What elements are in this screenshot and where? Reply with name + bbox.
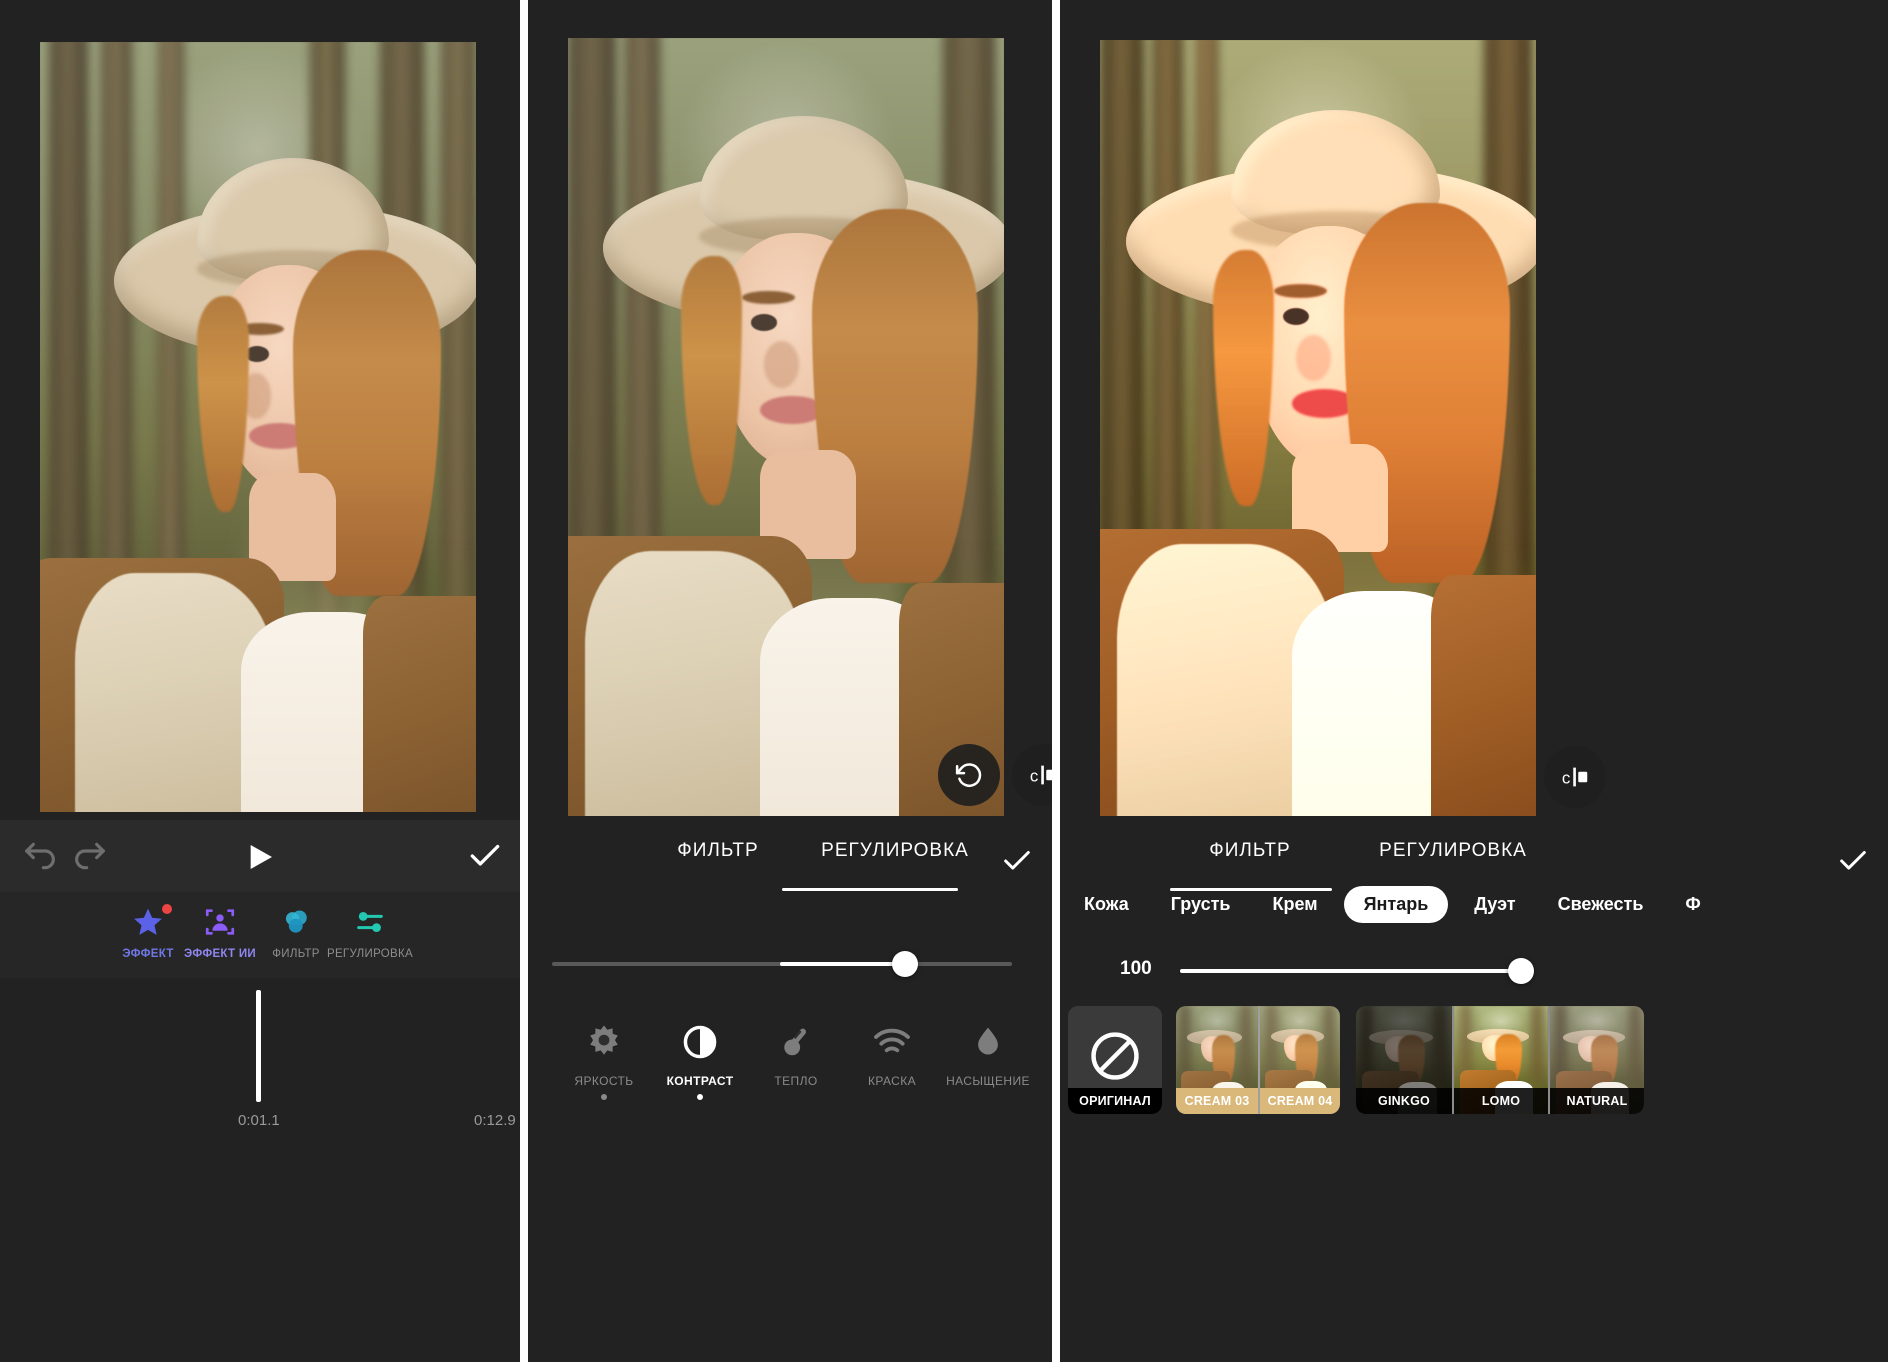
reset-button[interactable] [938, 744, 1000, 806]
active-tab-underline-2 [782, 888, 958, 891]
slider-knob-2[interactable] [892, 951, 918, 977]
tint-waves-icon [844, 1016, 940, 1068]
preview-image-2 [568, 38, 1004, 816]
compare-button[interactable]: c [1012, 744, 1052, 806]
tab-filter-3[interactable]: ФИЛЬТР [1160, 840, 1340, 862]
filter-thumb-original[interactable]: ОРИГИНАЛ [1068, 1006, 1162, 1114]
filter-thumb-group-cream[interactable]: CREAM 03 CREAM 04 [1176, 1006, 1340, 1114]
category-chip[interactable]: Грусть [1155, 886, 1247, 923]
category-chip[interactable]: Ф [1669, 886, 1716, 923]
brightness-icon [556, 1016, 652, 1068]
rotate-ccw-icon [955, 763, 982, 788]
preview-image-3 [1100, 40, 1536, 816]
filter-thumb[interactable]: NATURAL [1548, 1006, 1644, 1114]
adjust-saturation[interactable]: НАСЫЩЕНИЕ [940, 1016, 1036, 1088]
adjust-indicator-dot [697, 1094, 703, 1100]
adjust-warmth[interactable]: ТЕПЛО [748, 1016, 844, 1088]
filter-thumb[interactable]: GINKGO [1356, 1006, 1452, 1114]
svg-text:c: c [1030, 766, 1038, 785]
filter-thumb-label: CREAM 04 [1260, 1088, 1340, 1114]
split-compare-icon: c [1562, 767, 1588, 787]
filter-thumb-label: ОРИГИНАЛ [1068, 1088, 1162, 1114]
svg-text:c: c [1562, 768, 1570, 787]
split-compare-icon: c [1030, 765, 1052, 785]
category-chip-active[interactable]: Янтарь [1343, 886, 1449, 923]
tool-adjust[interactable]: РЕГУЛИРОВКА [322, 900, 418, 960]
new-badge [162, 904, 172, 914]
action-bar-1 [0, 820, 520, 892]
thermometer-icon [748, 1016, 844, 1068]
filter-thumb-label: CREAM 03 [1176, 1088, 1258, 1114]
filter-thumb-label: NATURAL [1550, 1088, 1644, 1114]
panel-adjustments: c ФИЛЬТР РЕГУЛИРОВКА ЯРКОСТЬ КОНТРАСТ ТЕ… [528, 0, 1052, 1362]
tab-adjust-3[interactable]: РЕГУЛИРОВКА [1344, 840, 1562, 862]
tab-bar-2: ФИЛЬТР РЕГУЛИРОВКА [528, 816, 1052, 908]
current-time: 0:01.1 [238, 1112, 280, 1129]
droplet-icon [940, 1016, 1036, 1068]
adjust-indicator-dot [601, 1094, 607, 1100]
tool-label: РЕГУЛИРОВКА [326, 948, 413, 960]
adjust-label: КОНТРАСТ [666, 1074, 734, 1088]
redo-icon[interactable] [70, 836, 110, 876]
video-preview-2[interactable]: c [568, 38, 1052, 816]
video-preview-1[interactable] [40, 42, 476, 812]
tab-adjust-2[interactable]: РЕГУЛИРОВКА [790, 840, 1000, 862]
contrast-icon [652, 1016, 748, 1068]
total-time: 0:12.9 [474, 1112, 516, 1129]
sliders-icon [322, 900, 418, 944]
adjust-label: НАСЫЩЕНИЕ [946, 1074, 1030, 1088]
adjust-brightness[interactable]: ЯРКОСТЬ [556, 1016, 652, 1100]
adjust-tint[interactable]: КРАСКА [844, 1016, 940, 1088]
category-chip[interactable]: Кожа [1068, 886, 1145, 923]
tool-strip: ЭФФЕКТ ЭФФЕКТ ИИ ФИЛЬТР РЕГУЛИРОВКА [0, 892, 520, 978]
confirm-button-1[interactable] [466, 837, 504, 875]
panel-editor-home: ЭФФЕКТ ЭФФЕКТ ИИ ФИЛЬТР РЕГУЛИРОВКА 0:01… [0, 0, 520, 1362]
filter-thumb-group-other[interactable]: GINKGO LOMO NATURAL [1356, 1006, 1644, 1114]
slider-fill-2 [780, 962, 904, 966]
adjust-label: КРАСКА [868, 1074, 916, 1088]
panel-filters: c ФИЛЬТР РЕГУЛИРОВКА Кожа Грусть Крем Ян… [1060, 0, 1888, 1362]
panel-divider [520, 0, 528, 1362]
category-chip[interactable]: Крем [1256, 886, 1333, 923]
filter-category-row[interactable]: Кожа Грусть Крем Янтарь Дуэт Свежесть Ф [1060, 886, 1717, 923]
intensity-value: 100 [1120, 958, 1152, 979]
confirm-button-3[interactable] [1836, 844, 1870, 878]
playhead[interactable] [256, 990, 261, 1102]
filter-thumb[interactable]: CREAM 04 [1258, 1006, 1340, 1114]
category-chip[interactable]: Дуэт [1458, 886, 1531, 923]
tab-filter-2[interactable]: ФИЛЬТР [638, 840, 798, 862]
adjust-label: ТЕПЛО [774, 1074, 818, 1088]
filter-thumb[interactable]: CREAM 03 [1176, 1006, 1258, 1114]
undo-icon[interactable] [20, 836, 60, 876]
filter-thumb-label: GINKGO [1356, 1088, 1452, 1114]
compare-button[interactable]: c [1544, 746, 1606, 808]
screenshot-root: ЭФФЕКТ ЭФФЕКТ ИИ ФИЛЬТР РЕГУЛИРОВКА 0:01… [0, 0, 1888, 1362]
preview-image-1 [40, 42, 476, 812]
filter-thumb[interactable]: LOMO [1452, 1006, 1548, 1114]
panel-divider [1052, 0, 1060, 1362]
category-chip[interactable]: Свежесть [1542, 886, 1660, 923]
confirm-button-2[interactable] [1000, 844, 1034, 878]
play-button[interactable] [244, 840, 276, 874]
adjust-contrast[interactable]: КОНТРАСТ [652, 1016, 748, 1100]
video-preview-3[interactable]: c [1100, 40, 1606, 816]
no-filter-icon [1091, 1032, 1139, 1080]
intensity-knob[interactable] [1508, 958, 1534, 984]
filter-thumb-label: LOMO [1454, 1088, 1548, 1114]
adjust-label: ЯРКОСТЬ [574, 1074, 634, 1088]
filter-thumbnail-row[interactable]: ОРИГИНАЛ CREAM 03 CREAM 04 GINKGO LOMO N… [1060, 1006, 1644, 1114]
